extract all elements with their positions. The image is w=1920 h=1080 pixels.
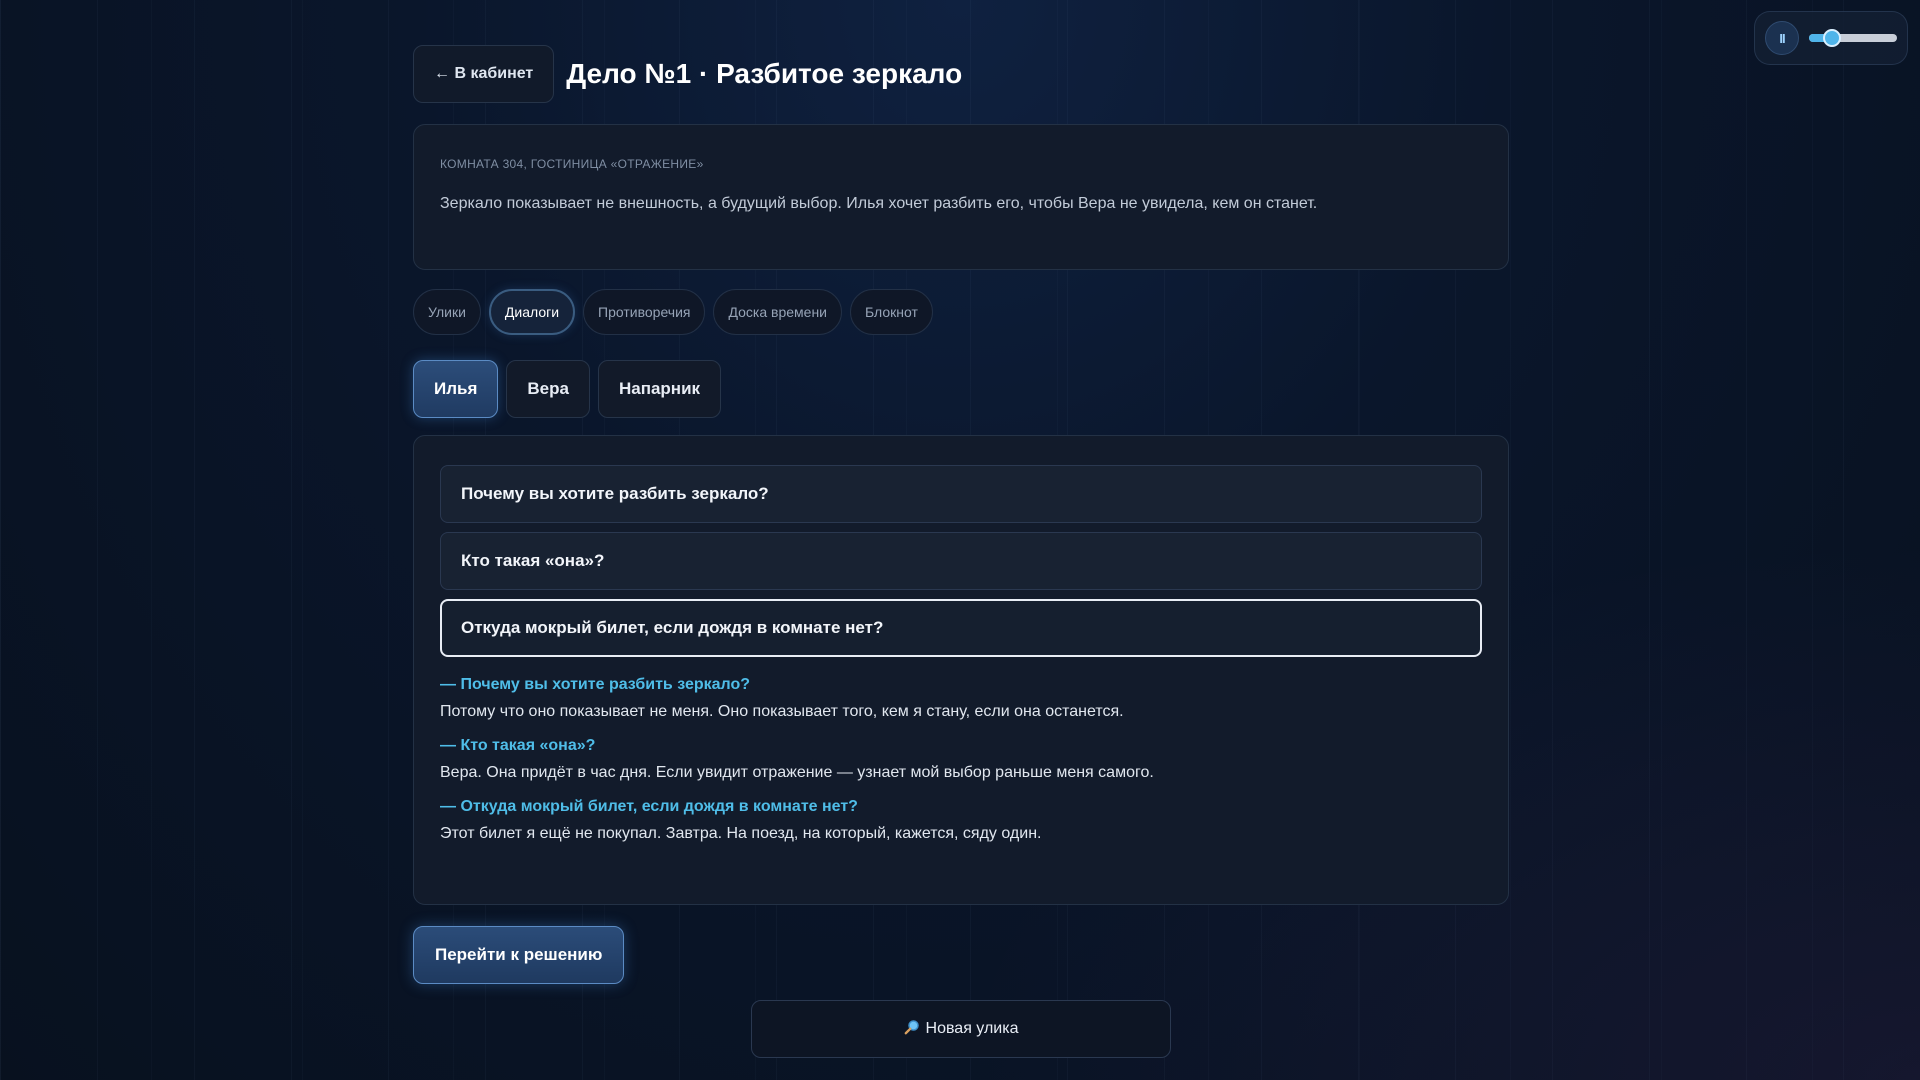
case-description: Зеркало показывает не внешность, а будущ… <box>440 195 1318 212</box>
tab-contradictions[interactable]: Противоречия <box>583 289 706 335</box>
pause-icon: II <box>1779 30 1785 46</box>
go-to-solution-button[interactable]: Перейти к решению <box>413 926 625 984</box>
character-tab-vera[interactable]: Вера <box>506 360 590 418</box>
dialogue-entry: — Кто такая «она»? Вера. Она придёт в ча… <box>440 737 1482 782</box>
dialogue-question: — Кто такая «она»? <box>440 737 596 754</box>
dialogue-panel: Почему вы хотите разбить зеркало? Кто та… <box>413 435 1509 905</box>
notification-label: Новая улика <box>925 1020 1019 1037</box>
tab-evidence[interactable]: Улики <box>413 289 481 335</box>
magnifier-icon <box>904 1019 920 1040</box>
audio-controls: II <box>1754 11 1908 65</box>
tab-timeline-board[interactable]: Доска времени <box>713 289 842 335</box>
page-title: Дело №1 · Разбитое зеркало <box>566 58 963 89</box>
case-location: КОМНАТА 304, ГОСТИНИЦА «ОТРАЖЕНИЕ» <box>440 157 704 171</box>
dialogue-entry: — Откуда мокрый билет, если дождя в комн… <box>440 798 1482 843</box>
question-option[interactable]: Кто такая «она»? <box>440 532 1482 590</box>
page-header: ← В кабинет Дело №1 · Разбитое зеркало <box>413 45 962 103</box>
tab-notebook[interactable]: Блокнот <box>850 289 933 335</box>
dialogue-answer: Вера. Она придёт в час дня. Если увидит … <box>440 764 1154 781</box>
tab-dialogues[interactable]: Диалоги <box>488 289 576 335</box>
character-tab-partner[interactable]: Напарник <box>597 360 722 418</box>
case-intro-card: КОМНАТА 304, ГОСТИНИЦА «ОТРАЖЕНИЕ» Зерка… <box>413 124 1509 270</box>
question-option-selected[interactable]: Откуда мокрый билет, если дождя в комнат… <box>440 599 1482 657</box>
volume-thumb[interactable] <box>1823 29 1841 47</box>
dialogue-question: — Откуда мокрый билет, если дождя в комн… <box>440 798 858 815</box>
section-tabs: Улики Диалоги Противоречия Доска времени… <box>413 289 933 335</box>
question-option[interactable]: Почему вы хотите разбить зеркало? <box>440 465 1482 523</box>
character-tabs: Илья Вера Напарник <box>413 360 722 418</box>
volume-slider[interactable] <box>1809 29 1897 47</box>
character-tab-ilya[interactable]: Илья <box>413 360 499 418</box>
pause-button[interactable]: II <box>1765 21 1799 55</box>
dialogue-answer: Потому что оно показывает не меня. Оно п… <box>440 703 1124 720</box>
dialogue-log: — Почему вы хотите разбить зеркало? Пото… <box>440 676 1482 843</box>
dialogue-answer: Этот билет я ещё не покупал. Завтра. На … <box>440 825 1042 842</box>
dialogue-question: — Почему вы хотите разбить зеркало? <box>440 676 751 693</box>
dialogue-entry: — Почему вы хотите разбить зеркало? Пото… <box>440 676 1482 721</box>
back-to-office-button[interactable]: ← В кабинет <box>413 45 555 103</box>
new-clue-notification[interactable]: Новая улика <box>751 1000 1171 1058</box>
